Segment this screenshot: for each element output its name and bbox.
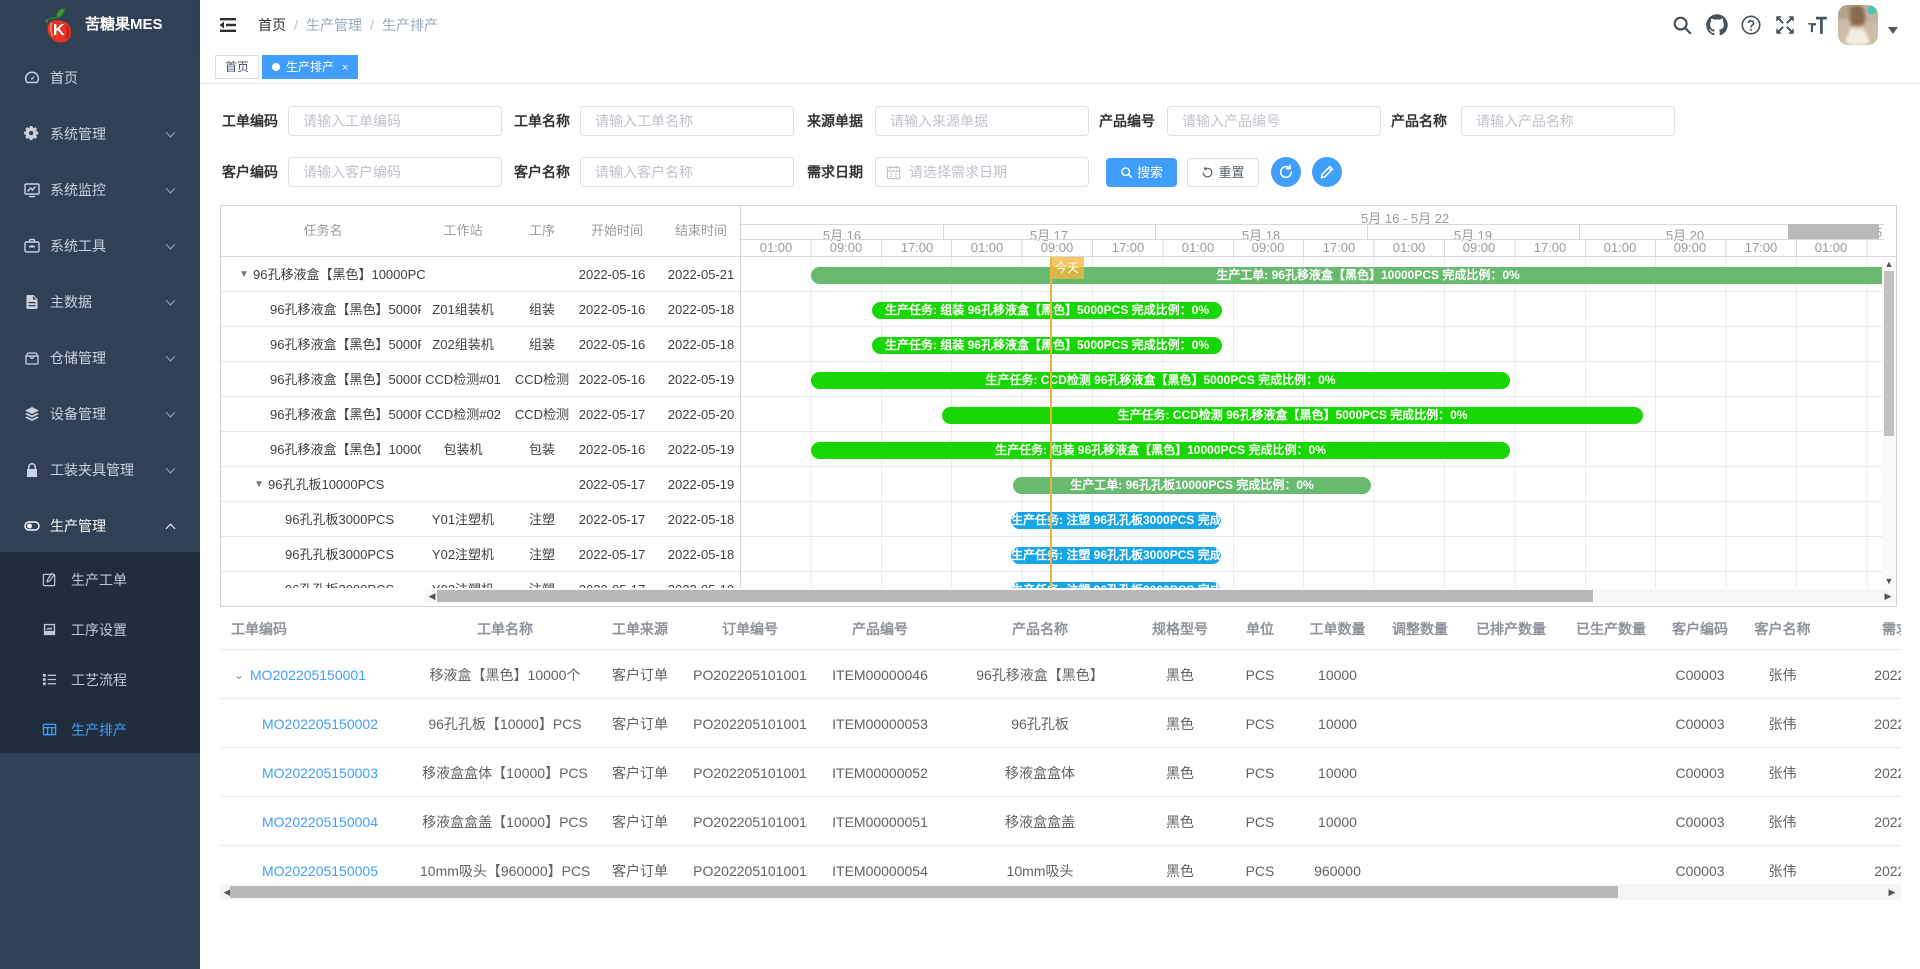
svg-text:K: K: [53, 22, 65, 39]
